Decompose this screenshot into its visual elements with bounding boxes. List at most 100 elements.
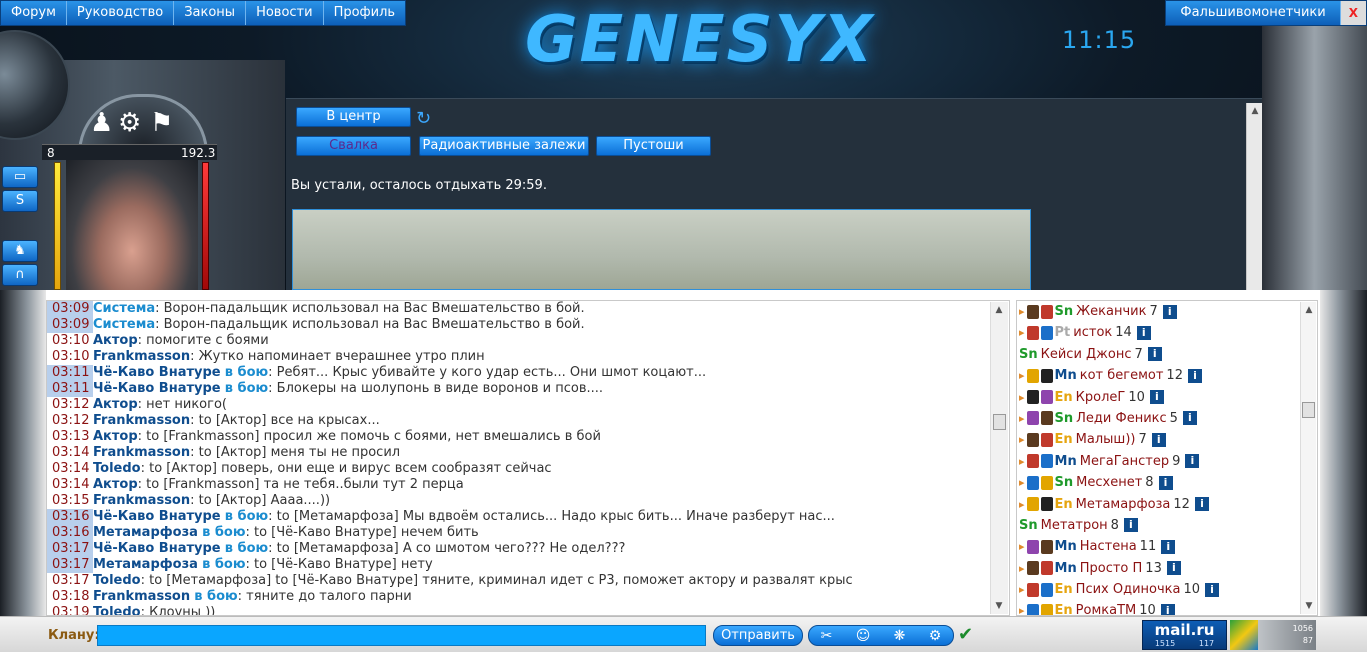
private-arrow-icon[interactable]: ▸: [1019, 326, 1025, 339]
user-icon[interactable]: ♟: [90, 108, 113, 138]
message-author[interactable]: Frankmasson: [93, 349, 190, 364]
user-list-item[interactable]: ▸ En Псих Одиночка 10 i: [1017, 579, 1317, 600]
inventory-button[interactable]: ▭: [2, 166, 38, 188]
exit-wastelands-button[interactable]: Пустоши: [596, 136, 711, 156]
message-author[interactable]: Актор: [93, 429, 138, 444]
user-name[interactable]: РомкаТМ: [1076, 603, 1137, 615]
user-list-item[interactable]: ▸ Mn Просто П 13 i: [1017, 558, 1317, 579]
scissors-icon[interactable]: ✂: [821, 628, 833, 644]
message-author[interactable]: Актор: [93, 397, 138, 412]
user-list-item[interactable]: ▸ Sn Жеканчик 7 i: [1017, 301, 1317, 322]
user-info-icon[interactable]: i: [1149, 390, 1164, 405]
nav-profile[interactable]: Профиль: [324, 1, 406, 25]
private-arrow-icon[interactable]: ▸: [1019, 583, 1025, 596]
message-author[interactable]: Метамарфоза: [93, 557, 198, 572]
check-shield-icon[interactable]: ✔: [958, 624, 973, 645]
user-list-item[interactable]: ▸ En РомкаТМ 10 i: [1017, 600, 1317, 615]
message-author[interactable]: Frankmasson: [93, 589, 190, 604]
user-info-icon[interactable]: i: [1151, 432, 1166, 447]
message-author[interactable]: Frankmasson: [93, 445, 190, 460]
scroll-down-icon[interactable]: ▼: [1301, 598, 1317, 614]
scroll-thumb[interactable]: [993, 414, 1006, 430]
skills-button[interactable]: S: [2, 190, 38, 212]
user-info-icon[interactable]: i: [1161, 539, 1176, 554]
user-list-item[interactable]: ▸ Sn Леди Феникс 5 i: [1017, 408, 1317, 429]
smiley-icon[interactable]: ☺: [856, 628, 871, 644]
user-info-icon[interactable]: i: [1166, 561, 1181, 576]
gear-icon[interactable]: ⚙: [118, 108, 141, 138]
nav-forum[interactable]: Форум: [1, 1, 67, 25]
nav-laws[interactable]: Законы: [174, 1, 247, 25]
user-list-item[interactable]: ▸ Pt исток 14 i: [1017, 322, 1317, 343]
user-name[interactable]: Настена: [1080, 539, 1137, 554]
user-name[interactable]: исток: [1073, 325, 1112, 340]
user-info-icon[interactable]: i: [1205, 582, 1220, 597]
message-author[interactable]: Чё-Каво Внатуре: [93, 381, 221, 396]
scroll-up-icon[interactable]: ▲: [991, 302, 1007, 318]
user-info-icon[interactable]: i: [1158, 475, 1173, 490]
private-arrow-icon[interactable]: ▸: [1019, 369, 1025, 382]
message-author[interactable]: Frankmasson: [93, 413, 190, 428]
user-name[interactable]: Жеканчик: [1076, 304, 1146, 319]
user-info-icon[interactable]: i: [1187, 368, 1202, 383]
user-info-icon[interactable]: i: [1182, 411, 1197, 426]
chat-scrollbar[interactable]: ▲ ▼: [990, 302, 1008, 614]
private-arrow-icon[interactable]: ▸: [1019, 412, 1025, 425]
user-name[interactable]: КролеГ: [1076, 390, 1126, 405]
scroll-thumb[interactable]: [1302, 402, 1315, 418]
bug-icon[interactable]: ❋: [894, 628, 906, 644]
message-author[interactable]: Система: [93, 301, 155, 316]
private-arrow-icon[interactable]: ▸: [1019, 305, 1025, 318]
chat-input[interactable]: [97, 625, 706, 646]
message-author[interactable]: Frankmasson: [93, 493, 190, 508]
avatar[interactable]: [66, 160, 198, 290]
user-info-icon[interactable]: i: [1185, 454, 1200, 469]
user-name[interactable]: Просто П: [1080, 561, 1143, 576]
user-list-item[interactable]: ▸ Mn Настена 11 i: [1017, 536, 1317, 557]
user-name[interactable]: Кейси Джонс: [1041, 347, 1132, 362]
location-scrollbar[interactable]: ▲: [1246, 103, 1262, 290]
nav-news[interactable]: Новости: [246, 1, 324, 25]
message-author[interactable]: Актор: [93, 333, 138, 348]
private-arrow-icon[interactable]: ▸: [1019, 562, 1025, 575]
user-name[interactable]: МегаГанстер: [1080, 454, 1169, 469]
user-info-icon[interactable]: i: [1147, 347, 1162, 362]
user-list-item[interactable]: ▸ En КролеГ 10 i: [1017, 387, 1317, 408]
user-list-item[interactable]: Sn Кейси Джонс 7 i: [1017, 344, 1317, 365]
user-name[interactable]: Малыш)): [1076, 432, 1136, 447]
message-author[interactable]: Toledo: [93, 573, 141, 588]
user-list-item[interactable]: ▸ Mn МегаГанстер 9 i: [1017, 451, 1317, 472]
message-author[interactable]: Toledo: [93, 605, 141, 615]
user-info-icon[interactable]: i: [1162, 304, 1177, 319]
refresh-icon[interactable]: ↻: [416, 108, 431, 129]
user-list-item[interactable]: ▸ En Малыш)) 7 i: [1017, 429, 1317, 450]
message-author[interactable]: Актор: [93, 477, 138, 492]
quests-button[interactable]: ♞: [2, 240, 38, 262]
scroll-up-icon[interactable]: ▲: [1247, 103, 1263, 119]
user-info-icon[interactable]: i: [1194, 497, 1209, 512]
user-name[interactable]: Метамарфоза: [1076, 497, 1171, 512]
send-button[interactable]: Отправить: [713, 625, 803, 646]
nav-counterfeiters[interactable]: Фальшивомонетчики: [1166, 1, 1341, 25]
users-scrollbar[interactable]: ▲ ▼: [1300, 302, 1316, 614]
message-author[interactable]: Метамарфоза: [93, 525, 198, 540]
private-arrow-icon[interactable]: ▸: [1019, 391, 1025, 404]
message-author[interactable]: Система: [93, 317, 155, 332]
message-author[interactable]: Чё-Каво Внатуре: [93, 365, 221, 380]
private-arrow-icon[interactable]: ▸: [1019, 433, 1025, 446]
exit-radioactive-button[interactable]: Радиоактивные залежи: [419, 136, 589, 156]
message-author[interactable]: Toledo: [93, 461, 141, 476]
factory-icon[interactable]: ⚑: [150, 108, 173, 138]
user-name[interactable]: Метатрон: [1041, 518, 1108, 533]
user-name[interactable]: Месхенет: [1076, 475, 1142, 490]
scroll-up-icon[interactable]: ▲: [1301, 302, 1317, 318]
exit-dump-button[interactable]: Свалка: [296, 136, 411, 156]
user-info-icon[interactable]: i: [1123, 518, 1138, 533]
user-name[interactable]: Леди Феникс: [1076, 411, 1166, 426]
map-button[interactable]: ∩: [2, 264, 38, 286]
message-author[interactable]: Чё-Каво Внатуре: [93, 541, 221, 556]
nav-guide[interactable]: Руководство: [67, 1, 175, 25]
private-arrow-icon[interactable]: ▸: [1019, 498, 1025, 511]
private-arrow-icon[interactable]: ▸: [1019, 604, 1025, 615]
private-arrow-icon[interactable]: ▸: [1019, 476, 1025, 489]
